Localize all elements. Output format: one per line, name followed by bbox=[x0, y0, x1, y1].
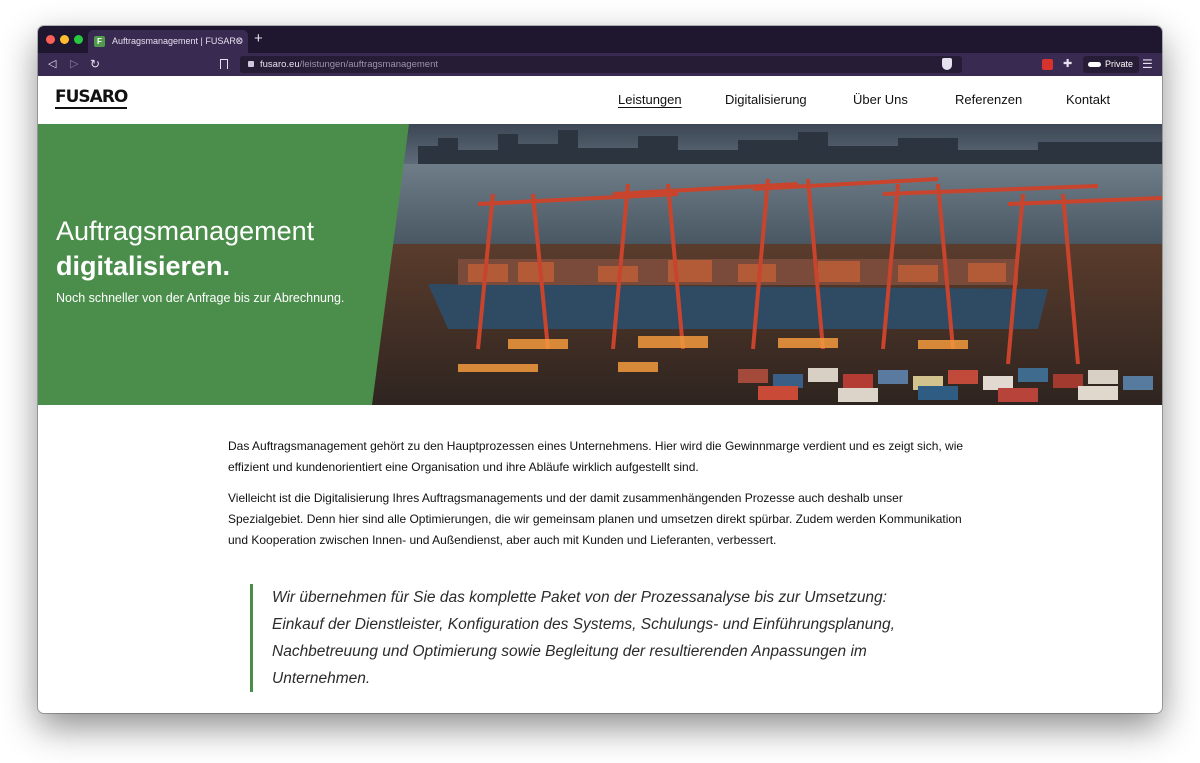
lock-icon bbox=[248, 61, 254, 67]
bookmark-icon[interactable] bbox=[220, 59, 228, 69]
hero-banner: Auftragsmanagement digitalisieren. Noch … bbox=[38, 124, 1162, 405]
close-tab-icon[interactable]: × bbox=[236, 30, 242, 53]
nav-link-leistungen[interactable]: Leistungen bbox=[618, 92, 682, 107]
browser-window: F Auftragsmanagement | FUSARO × + ◁ ▷ ↻ … bbox=[38, 26, 1162, 713]
article-body: Das Auftragsmanagement gehört zu den Hau… bbox=[228, 436, 974, 561]
url-domain: fusaro.eu bbox=[260, 59, 300, 70]
article-paragraph-1: Das Auftragsmanagement gehört zu den Hau… bbox=[228, 439, 964, 474]
nav-link-digitalisierung[interactable]: Digitalisierung bbox=[725, 92, 807, 107]
maximize-window-button[interactable] bbox=[74, 35, 83, 44]
forward-icon[interactable]: ▷ bbox=[70, 53, 78, 76]
hero-title-line1: Auftragsmanagement bbox=[56, 216, 315, 246]
back-icon[interactable]: ◁ bbox=[48, 53, 56, 76]
site-header: FUSARO Leistungen Digitalisierung Über U… bbox=[38, 76, 1162, 124]
nav-link-ueber-uns[interactable]: Über Uns bbox=[853, 92, 908, 107]
hero-title: Auftragsmanagement digitalisieren. bbox=[56, 214, 314, 284]
article-quote: Wir übernehmen für Sie das komplette Pak… bbox=[250, 584, 930, 692]
url-path: /leistungen/auftragsmanagement bbox=[299, 59, 438, 70]
reload-icon[interactable]: ↻ bbox=[90, 53, 100, 76]
hero-subtitle: Noch schneller von der Anfrage bis zur A… bbox=[56, 291, 345, 305]
new-tab-button[interactable]: + bbox=[254, 29, 263, 49]
address-bar[interactable]: fusaro.eu/leistungen/auftragsmanagement bbox=[240, 56, 962, 73]
private-mask-icon bbox=[1088, 62, 1101, 67]
browser-toolbar: ◁ ▷ ↻ fusaro.eu/leistungen/auftragsmanag… bbox=[38, 53, 1162, 76]
nav-link-kontakt[interactable]: Kontakt bbox=[1066, 92, 1110, 107]
private-badge[interactable]: Private bbox=[1083, 56, 1140, 73]
nav-link-referenzen[interactable]: Referenzen bbox=[955, 92, 1022, 107]
menu-icon[interactable]: ☰ bbox=[1142, 53, 1153, 76]
main-nav: Leistungen Digitalisierung Über Uns Refe… bbox=[38, 76, 1162, 124]
hero-title-line2: digitalisieren. bbox=[56, 251, 231, 281]
puzzle-icon[interactable]: ✚ bbox=[1063, 53, 1072, 76]
private-label: Private bbox=[1105, 59, 1134, 69]
browser-tab[interactable]: F Auftragsmanagement | FUSARO × bbox=[88, 30, 248, 53]
minimize-window-button[interactable] bbox=[60, 35, 69, 44]
close-window-button[interactable] bbox=[46, 35, 55, 44]
extension-icon[interactable] bbox=[1042, 59, 1053, 70]
article-paragraph-2: Vielleicht ist die Digitalisierung Ihres… bbox=[228, 491, 962, 547]
favicon-icon: F bbox=[94, 36, 105, 47]
tab-bar: F Auftragsmanagement | FUSARO × + bbox=[38, 26, 1162, 53]
brave-shield-icon[interactable] bbox=[942, 58, 952, 70]
tab-title: Auftragsmanagement | FUSARO bbox=[112, 36, 243, 46]
